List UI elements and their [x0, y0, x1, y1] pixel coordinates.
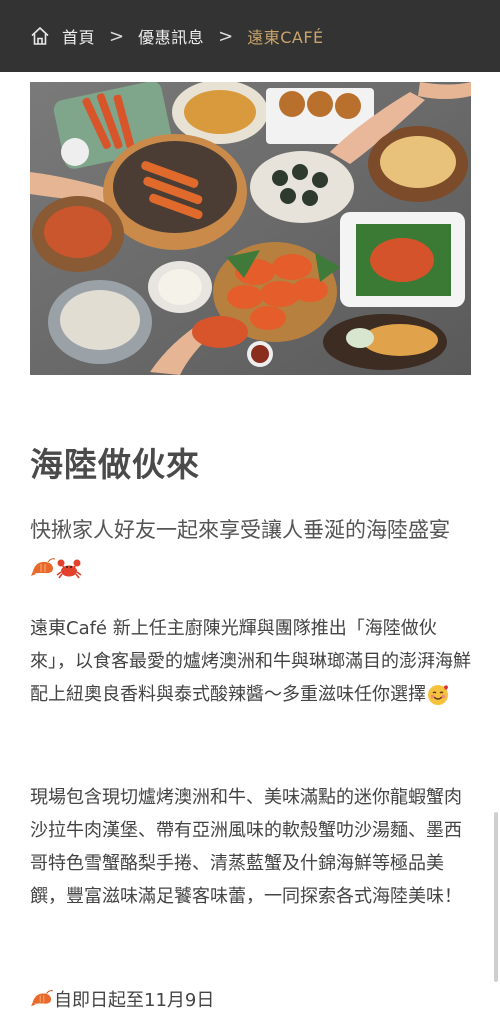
breadcrumb-current: 遠東CAFÉ — [247, 28, 324, 47]
breadcrumb-separator: > — [109, 25, 125, 47]
article-paragraph-intro-text: 遠東Café 新上任主廚陳光輝與團隊推出「海陸做伙來」，以食客最愛的爐烤澳洲和牛… — [30, 618, 471, 705]
article-subtitle: 快揪家人好友一起來享受讓人垂涎的海陸盛宴 — [30, 512, 470, 586]
promotion-period: 自即日起至11月9日 — [30, 986, 214, 1012]
article-paragraph-menu: 現場包含現切爐烤澳洲和牛、美味滿點的迷你龍蝦蟹肉沙拉牛肉漢堡、帶有亞洲風味的軟殼… — [30, 787, 462, 907]
breadcrumb-separator: > — [218, 25, 234, 47]
smiling-face-with-hearts-icon — [428, 685, 448, 705]
shrimp-icon — [31, 558, 56, 576]
page-scrollbar[interactable] — [494, 812, 498, 982]
breadcrumb-home-link[interactable]: 首頁 — [30, 24, 95, 48]
breadcrumb-section-link[interactable]: 優惠訊息 — [138, 24, 204, 48]
shrimp-icon — [31, 990, 54, 1007]
home-icon — [31, 26, 49, 45]
article-paragraph-intro: 遠東Café 新上任主廚陳光輝與團隊推出「海陸做伙來」，以食客最愛的爐烤澳洲和牛… — [30, 612, 472, 711]
breadcrumb-bar: 首頁 > 優惠訊息 > 遠東CAFÉ — [0, 0, 500, 72]
hero-food-image — [30, 82, 471, 375]
article-subtitle-text: 快揪家人好友一起來享受讓人垂涎的海陸盛宴 — [30, 518, 450, 542]
article-title: 海陸做伙來 — [30, 445, 200, 484]
crab-icon — [56, 559, 82, 579]
breadcrumb-home-label[interactable]: 首頁 — [62, 24, 95, 48]
promotion-period-text: 自即日起至11月9日 — [54, 990, 215, 1011]
